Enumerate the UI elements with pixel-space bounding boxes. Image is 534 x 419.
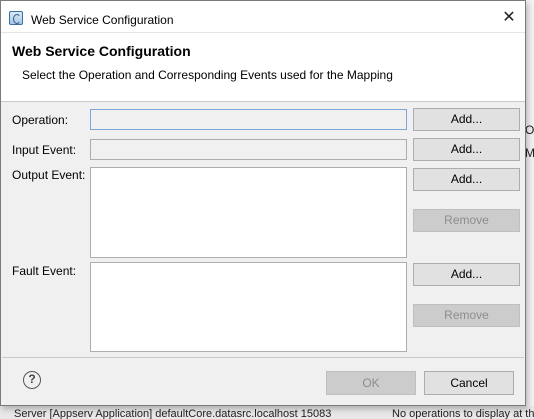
window-title: Web Service Configuration (31, 13, 174, 27)
input-event-field[interactable] (90, 139, 407, 160)
fault-event-label: Fault Event: (12, 264, 77, 278)
operation-field[interactable] (90, 109, 407, 130)
operation-label: Operation: (12, 113, 69, 127)
header-description: Select the Operation and Corresponding E… (22, 68, 393, 82)
output-event-list[interactable] (90, 167, 407, 258)
fault-event-remove-button[interactable]: Remove (413, 304, 520, 327)
app-icon (9, 11, 23, 25)
background-right-text-1: Ou (525, 123, 534, 137)
background-status-text-right: No operations to display at this time (392, 408, 534, 419)
header-title: Web Service Configuration (12, 43, 191, 59)
background-status-text: Server [Appserv Application] defaultCore… (14, 408, 332, 419)
output-event-label: Output Event: (12, 168, 86, 182)
close-icon[interactable]: ✕ (501, 10, 517, 26)
input-event-add-button[interactable]: Add... (413, 138, 520, 161)
fault-event-list[interactable] (90, 262, 407, 352)
background-right-panel (526, 0, 534, 419)
output-event-remove-button[interactable]: Remove (413, 209, 520, 232)
input-event-label: Input Event: (12, 143, 77, 157)
dialog-header: Web Service Configuration Select the Ope… (1, 33, 525, 102)
web-service-configuration-dialog: Web Service Configuration ✕ Web Service … (0, 0, 526, 406)
operation-add-button[interactable]: Add... (413, 108, 520, 131)
title-bar[interactable]: Web Service Configuration ✕ (1, 1, 525, 33)
background-right-text-2: My (525, 146, 534, 160)
output-event-add-button[interactable]: Add... (413, 168, 520, 191)
cancel-button[interactable]: Cancel (424, 371, 514, 395)
help-icon[interactable]: ? (23, 371, 41, 389)
fault-event-add-button[interactable]: Add... (413, 263, 520, 286)
footer-separator (2, 357, 524, 358)
ok-button[interactable]: OK (326, 371, 416, 395)
